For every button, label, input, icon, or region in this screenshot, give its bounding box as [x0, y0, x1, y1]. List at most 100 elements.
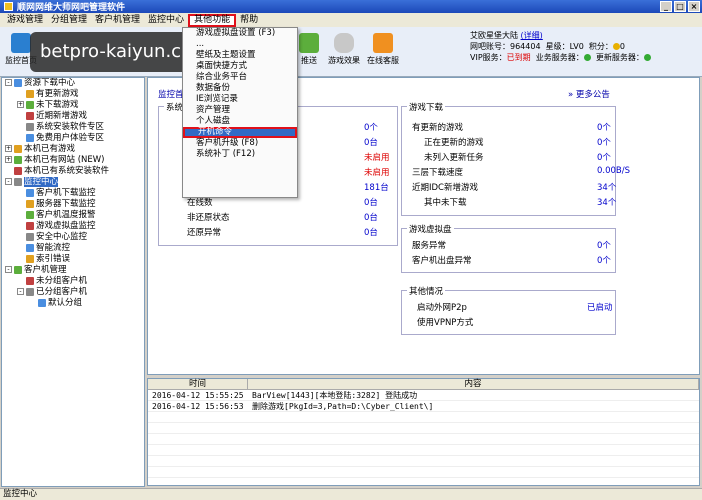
game-effect-button[interactable]: 游戏效果	[325, 33, 363, 66]
other-functions-dropdown: 游戏虚拟盘设置 (F3)... 壁纸及主题设置 桌面快捷方式 综合业务平台 数据备份 IE…	[182, 27, 298, 198]
tree-node-icon	[26, 254, 34, 263]
vdisk-panel: 游戏虚拟盘 服务异常 0个 客户机出盘异常 0个	[401, 223, 616, 273]
expand-toggle-icon[interactable]: +	[5, 145, 12, 152]
detail-link[interactable]: (详细)	[521, 31, 543, 40]
tree-node[interactable]: 智能流控	[2, 243, 144, 254]
dropdown-item[interactable]: 资产管理	[183, 105, 297, 116]
metric-value: 0个	[597, 153, 611, 163]
menu-monitor[interactable]: 监控中心	[144, 14, 188, 27]
expand-toggle-icon[interactable]: -	[5, 79, 12, 86]
metric-value: 34个	[597, 198, 617, 208]
log-row[interactable]: 2016-04-12 15:55:25 BarView[1443][本地登陆:32…	[148, 390, 699, 401]
metric-label: 使用VPNP方式	[417, 318, 474, 328]
tree-node[interactable]: 默认分组	[2, 298, 144, 309]
tree-node[interactable]: 未分组客户机	[2, 276, 144, 287]
nav-tree: - 资源下载中心 有更新游戏 + 未下载游戏 近期新增游戏 系统安装软件专区 免费用户体验专区…	[1, 77, 145, 487]
more-notice-link[interactable]: » 更多公告	[568, 88, 610, 100]
expand-toggle-icon[interactable]: -	[17, 288, 24, 295]
tree-node-icon	[26, 199, 34, 208]
tree-node[interactable]: 索引错误	[2, 254, 144, 265]
metric-value: 181台	[364, 183, 389, 193]
metric-label: 近期IDC新增游戏	[412, 183, 478, 193]
game-download-panel: 游戏下载 有更新的游戏 0个 正在更新的游戏 0个 未列入更新任务 0个 三层下载速度 0.0…	[401, 101, 630, 216]
other-status-panel: 其他情况 启动外网P2p 已启动 使用VPNP方式	[401, 285, 616, 335]
gamepad-icon	[334, 33, 354, 53]
tree-node[interactable]: 本机已有系统安装软件	[2, 166, 144, 177]
metric-label: 有更新的游戏	[412, 123, 464, 133]
online-service-button[interactable]: 在线客服	[364, 33, 402, 66]
tree-node[interactable]: + 本机已有游戏	[2, 144, 144, 155]
maximize-icon[interactable]: □	[674, 1, 686, 12]
tree-node[interactable]: 系统安装软件专区	[2, 122, 144, 133]
tree-node-icon	[26, 221, 34, 230]
metric-value: 34个	[597, 183, 617, 193]
expand-toggle-icon[interactable]: +	[5, 156, 12, 163]
tree-node-icon	[26, 122, 34, 131]
metric-value: 0个	[597, 241, 611, 251]
tree-node[interactable]: 客户机下载监控	[2, 188, 144, 199]
metric-value: 未启用	[364, 168, 390, 178]
metric-value: 已启动	[587, 303, 613, 313]
metric-value: 0个	[364, 123, 378, 133]
tree-node[interactable]: 游戏虚拟盘监控	[2, 221, 144, 232]
tree-node[interactable]: + 本机已有网站 (NEW)	[2, 155, 144, 166]
metric-label: 服务异常	[412, 241, 447, 251]
tree-node[interactable]: 安全中心监控	[2, 232, 144, 243]
dropdown-item[interactable]: 数据备份	[183, 83, 297, 94]
menu-other[interactable]: 其他功能	[188, 13, 237, 27]
dropdown-item[interactable]: 桌面快捷方式	[183, 61, 297, 72]
metric-value: 0台	[364, 228, 378, 238]
tree-node[interactable]: - 资源下载中心	[2, 78, 144, 89]
title-bar: 顺网网维大师网吧管理软件 _ □ ×	[0, 0, 702, 13]
window-title: 顺网网维大师网吧管理软件	[17, 3, 126, 13]
dropdown-item[interactable]: 综合业务平台	[183, 72, 297, 83]
metric-label: 非还原状态	[187, 213, 230, 223]
tree-node[interactable]: 免费用户体验专区	[2, 133, 144, 144]
metric-label: 客户机出盘异常	[412, 256, 472, 266]
metric-value: 未启用	[364, 153, 390, 163]
tree-node[interactable]: - 监控中心	[2, 177, 144, 188]
expand-toggle-icon[interactable]: +	[17, 101, 24, 108]
account-info: 艾欧星堡大陆 (详细) 网吧账号：964404 星级：LV0 积分： 0 VIP服…	[470, 30, 700, 63]
tree-node[interactable]: - 客户机管理	[2, 265, 144, 276]
metric-label: 还原异常	[187, 228, 222, 238]
biz-server-status-icon	[583, 54, 591, 61]
expand-toggle-icon[interactable]: -	[5, 266, 12, 273]
tree-node-icon	[26, 133, 34, 142]
monitor-icon	[11, 33, 31, 53]
tree-node-icon	[26, 100, 34, 109]
dropdown-item[interactable]: 客户机升级 (F8)	[183, 138, 297, 149]
tree-node-icon	[14, 144, 22, 153]
menu-group[interactable]: 分组管理	[47, 14, 91, 27]
dropdown-item[interactable]: 系统补丁 (F12)	[183, 149, 297, 160]
dropdown-item[interactable]: IE浏览记录	[183, 94, 297, 105]
minimize-icon[interactable]: _	[660, 1, 672, 12]
tree-node-icon	[14, 265, 22, 274]
tree-node[interactable]: 近期新增游戏	[2, 111, 144, 122]
tree-node-icon	[14, 177, 22, 186]
tree-node[interactable]: 客户机温度报警	[2, 210, 144, 221]
expand-toggle-icon[interactable]: -	[5, 178, 12, 185]
dropdown-item[interactable]: 游戏虚拟盘设置 (F3)	[183, 28, 297, 39]
tree-node[interactable]: - 已分组客户机	[2, 287, 144, 298]
menu-bar: 游戏管理 分组管理 客户机管理 监控中心 其他功能 帮助	[0, 13, 702, 27]
metric-label: 三层下载速度	[412, 168, 464, 178]
dropdown-item[interactable]: 壁纸及主题设置	[183, 50, 297, 61]
log-row[interactable]: 2016-04-12 15:56:53 删除游戏[PkgId=3,Path=D:\…	[148, 401, 699, 412]
tree-node[interactable]: 服务器下载监控	[2, 199, 144, 210]
tree-node[interactable]: 有更新游戏	[2, 89, 144, 100]
update-server-status-icon	[643, 54, 651, 61]
tree-node[interactable]: + 未下载游戏	[2, 100, 144, 111]
tree-node-icon	[26, 210, 34, 219]
tree-node-icon	[26, 287, 34, 296]
menu-client[interactable]: 客户机管理	[91, 14, 144, 27]
close-icon[interactable]: ×	[688, 1, 700, 12]
dropdown-item[interactable]: 开机命令	[183, 127, 297, 138]
metric-label: 其中未下载	[424, 198, 467, 208]
menu-game[interactable]: 游戏管理	[3, 14, 47, 27]
dropdown-item[interactable]: ...	[183, 39, 297, 50]
log-row-empty	[148, 445, 699, 456]
menu-help[interactable]: 帮助	[236, 14, 262, 27]
dropdown-item[interactable]: 个人磁盘	[183, 116, 297, 127]
log-panel: 时间 内容 2016-04-12 15:55:25 BarView[1443][本…	[147, 378, 700, 486]
